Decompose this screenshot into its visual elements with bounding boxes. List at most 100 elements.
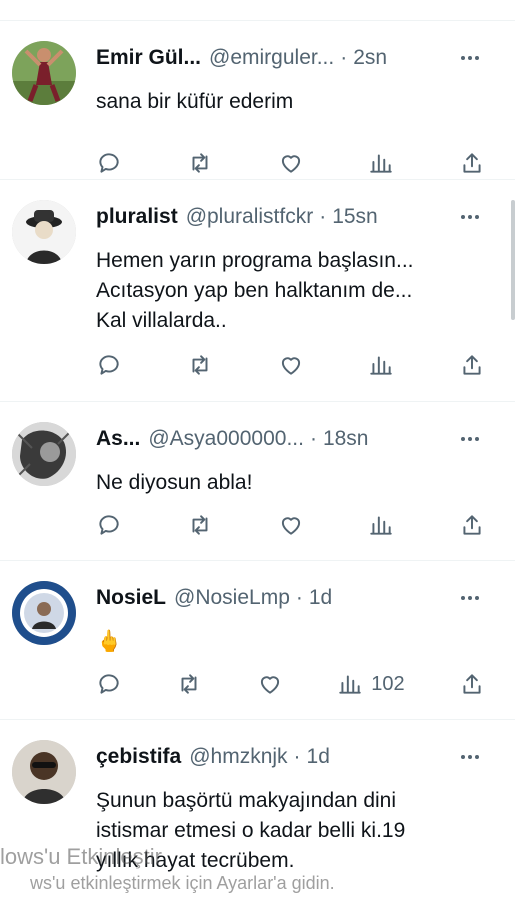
user-handle[interactable]: @hmzknjk [189,745,287,769]
timestamp[interactable]: 1d [307,745,330,769]
tweet-text-line: sana bir küfür ederim [96,90,294,113]
reply-button[interactable] [96,352,122,378]
tweet-text: Hemen yarın programa başlasın... Acıtasy… [96,246,475,336]
share-icon [463,674,481,694]
display-name[interactable]: çebistifa [96,745,181,769]
more-options-button[interactable] [455,43,485,73]
like-button[interactable] [278,512,304,538]
profile-photo-badge-icon [12,581,76,645]
action-bar [96,348,485,382]
user-handle[interactable]: @Asya000000... [148,427,304,451]
views-chart-icon [370,516,392,535]
avatar[interactable] [12,740,76,804]
like-button[interactable] [278,150,304,176]
windows-activation-watermark: lows'u Etkinleştir ws'u etkinleştirmek i… [0,842,335,894]
tweet-text: 🖕 [96,627,475,657]
reply-icon [99,355,119,375]
timestamp[interactable]: 18sn [323,427,369,451]
heart-icon [281,357,300,375]
separator-dot: · [295,586,303,609]
display-name[interactable]: Emir Gül... [96,46,201,70]
tweet-text-line: Ne diyosun abla! [96,471,253,494]
tweet-feed: Emir Gül... @emirguler... · 2sn sana bir… [0,0,515,920]
more-icon [461,215,479,219]
user-handle[interactable]: @pluralistfckr [186,205,314,229]
action-bar: 102 [96,667,485,701]
like-button[interactable] [278,352,304,378]
heart-icon [260,676,279,694]
share-button[interactable] [459,512,485,538]
previous-tweet-edge [0,0,515,21]
timestamp[interactable]: 1d [309,586,332,610]
views-button[interactable] [368,150,394,176]
reply-button[interactable] [96,671,122,697]
more-icon [461,56,479,60]
views-chart-icon [370,154,392,173]
heart-icon [281,155,300,173]
tweet-text-line: Şunun başörtü makyajından dini [96,789,397,812]
user-handle[interactable]: @emirguler... [209,46,334,70]
reply-icon [99,153,119,173]
separator-dot: · [340,46,348,69]
retweet-icon [192,153,208,173]
retweet-button[interactable] [187,150,213,176]
action-bar [96,146,485,180]
share-icon [463,153,481,173]
avatar[interactable] [12,581,76,645]
more-options-button[interactable] [455,583,485,613]
retweet-icon [192,355,208,375]
profile-photo-dancer-icon [12,41,76,105]
heart-icon [281,517,300,535]
avatar[interactable] [12,41,76,105]
tweet[interactable]: As... @Asya000000... · 18sn Ne diyosun a… [0,402,515,561]
views-button[interactable] [368,352,394,378]
tweet-text-line: Hemen yarın programa başlasın... [96,249,414,272]
separator-dot: · [309,427,317,450]
more-options-button[interactable] [455,424,485,454]
display-name[interactable]: NosieL [96,586,166,610]
views-button[interactable] [368,512,394,538]
tweet-text: sana bir küfür ederim [96,87,475,117]
share-icon [463,515,481,535]
profile-photo-sunglasses-icon [12,740,76,804]
display-name[interactable]: As... [96,427,140,451]
share-button[interactable] [459,671,485,697]
action-bar [96,508,485,542]
profile-photo-hat-man-icon [12,200,76,264]
retweet-button[interactable] [187,512,213,538]
tweet-text-line: Acıtasyon yap ben halktanım de... [96,279,413,302]
more-icon [461,596,479,600]
views-chart-icon [370,356,392,375]
display-name[interactable]: pluralist [96,205,178,229]
avatar[interactable] [12,422,76,486]
retweet-icon [181,674,197,694]
tweet[interactable]: pluralist @pluralistfckr · 15sn Hemen ya… [0,180,515,402]
reply-button[interactable] [96,150,122,176]
separator-dot: · [293,745,301,768]
more-options-button[interactable] [455,202,485,232]
profile-photo-monochrome-icon [12,422,76,486]
watermark-line: lows'u Etkinleştir [0,844,162,869]
reply-icon [99,674,119,694]
retweet-button[interactable] [176,671,202,697]
like-button[interactable] [257,671,283,697]
timestamp[interactable]: 2sn [353,46,387,70]
scrollbar-thumb[interactable] [511,200,515,320]
tweet[interactable]: NosieL @NosieLmp · 1d 🖕 102 [0,561,515,720]
tweet-text: Ne diyosun abla! [96,468,475,498]
tweet[interactable]: Emir Gül... @emirguler... · 2sn sana bir… [0,21,515,180]
share-button[interactable] [459,352,485,378]
share-button[interactable] [459,150,485,176]
views-count: 102 [371,672,405,695]
reply-button[interactable] [96,512,122,538]
more-icon [461,437,479,441]
views-button[interactable]: 102 [337,671,405,697]
watermark-line: ws'u etkinleştirmek için Ayarlar'a gidin… [30,873,335,893]
retweet-button[interactable] [187,352,213,378]
timestamp[interactable]: 15sn [332,205,378,229]
share-icon [463,355,481,375]
more-icon [461,755,479,759]
user-handle[interactable]: @NosieLmp [174,586,290,610]
more-options-button[interactable] [455,742,485,772]
avatar[interactable] [12,200,76,264]
